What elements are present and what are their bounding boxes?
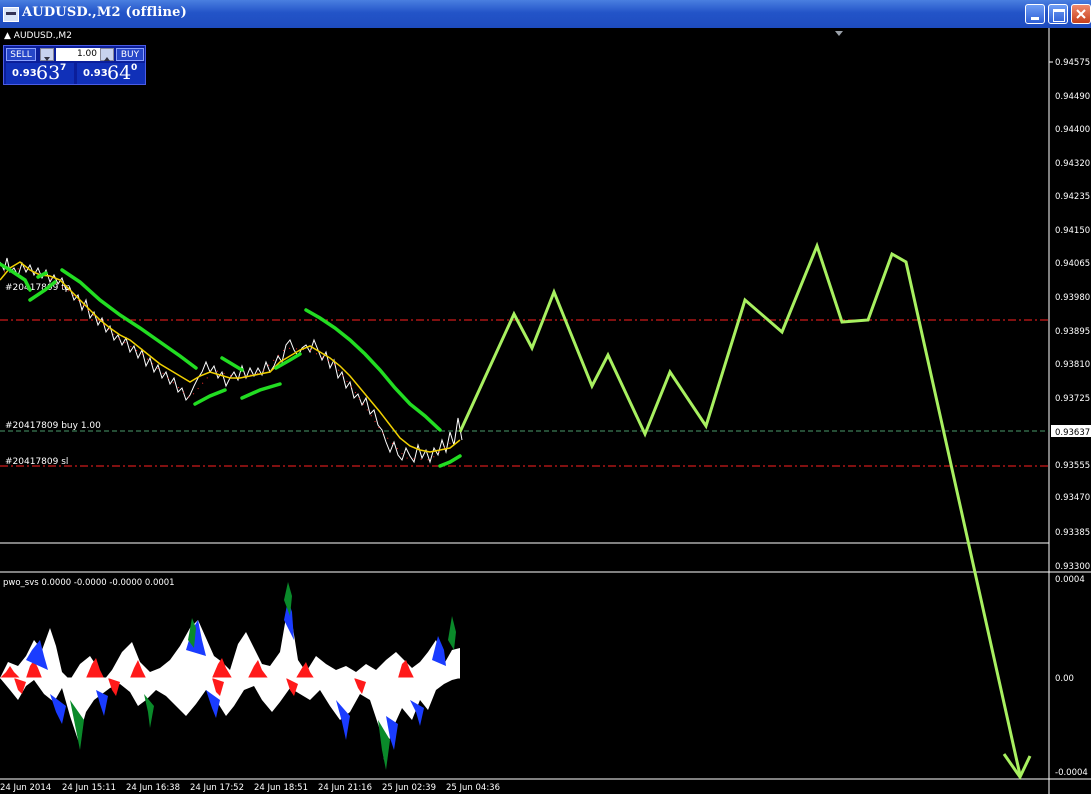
- sell-button[interactable]: SELL: [6, 48, 36, 61]
- time-tick: 25 Jun 02:39: [382, 783, 436, 793]
- chart-window-icon[interactable]: [3, 7, 19, 22]
- sell-price-pips: 63: [36, 62, 61, 84]
- price-tick: 0.94490: [1055, 92, 1090, 102]
- projection-line: [458, 241, 1022, 776]
- symbol-label: ▲ AUDUSD.,M2: [4, 31, 72, 41]
- time-tick: 24 Jun 17:52: [190, 783, 244, 793]
- indicator-tick: -0.0004: [1055, 768, 1088, 778]
- price-tick: 0.93385: [1055, 528, 1090, 538]
- buy-button[interactable]: BUY: [116, 48, 144, 61]
- buy-price-pips: 64: [107, 62, 132, 84]
- price-tick: 0.94575: [1055, 58, 1090, 68]
- buy-price-big: 0.93: [83, 68, 108, 79]
- price-tick: 0.93470: [1055, 493, 1090, 503]
- lot-decrease-button[interactable]: [40, 48, 54, 61]
- price-tick: 0.94235: [1055, 192, 1090, 202]
- indicator-histogram: [0, 582, 460, 770]
- close-button[interactable]: [1071, 4, 1091, 24]
- maximize-button[interactable]: [1048, 4, 1068, 24]
- price-tick: 0.94320: [1055, 159, 1090, 169]
- price-tick: 0.93895: [1055, 327, 1090, 337]
- price-tick: 0.93980: [1055, 293, 1090, 303]
- time-tick: 24 Jun 21:16: [318, 783, 372, 793]
- current-price-label: 0.93637: [1055, 428, 1090, 438]
- title-bar[interactable]: AUDUSD.,M2 (offline): [0, 0, 1091, 28]
- indicator-tick: 0.0004: [1055, 575, 1085, 585]
- price-axis: 0.94575 0.94490 0.94400 0.94320 0.94235 …: [1049, 58, 1090, 572]
- tp-label: #20417809 tp: [5, 283, 71, 293]
- lot-size-input[interactable]: 1.00: [56, 48, 100, 61]
- price-tick: 0.93810: [1055, 360, 1090, 370]
- sell-price-big: 0.93: [12, 68, 37, 79]
- minimize-icon: [1031, 17, 1039, 20]
- indicator-tick: 0.00: [1055, 674, 1074, 684]
- price-tick: 0.93725: [1055, 394, 1090, 404]
- sell-price-sup: 7: [60, 63, 67, 73]
- minimize-button[interactable]: [1025, 4, 1045, 24]
- buy-price[interactable]: 0.93 64 0: [77, 62, 145, 84]
- price-tick: 0.94065: [1055, 259, 1090, 269]
- maximize-icon: [1053, 9, 1065, 22]
- window-title: AUDUSD.,M2 (offline): [22, 5, 188, 20]
- price-tick: 0.93300: [1055, 562, 1090, 572]
- one-click-trading-panel[interactable]: SELL 1.00 BUY 0.93 63 7 0.93 64 0: [3, 45, 146, 85]
- time-tick: 24 Jun 16:38: [126, 783, 180, 793]
- sell-price[interactable]: 0.93 63 7: [6, 62, 74, 84]
- entry-label: #20417809 buy 1.00: [5, 421, 101, 431]
- time-tick: 25 Jun 04:36: [446, 783, 500, 793]
- sl-label: #20417809 sl: [5, 457, 68, 467]
- buy-price-sup: 0: [131, 63, 138, 73]
- time-tick: 24 Jun 18:51: [254, 783, 308, 793]
- time-tick: 24 Jun 2014: [0, 783, 51, 793]
- indicator-label: pwo_svs 0.0000 -0.0000 -0.0000 0.0001: [3, 578, 175, 588]
- price-tick: 0.94400: [1055, 125, 1090, 135]
- time-tick: 24 Jun 15:11: [62, 783, 116, 793]
- price-tick: 0.94150: [1055, 226, 1090, 236]
- collapse-triangle-icon[interactable]: ▲: [4, 31, 11, 41]
- lot-increase-button[interactable]: [100, 48, 114, 61]
- price-tick: 0.93555: [1055, 461, 1090, 471]
- ma-slow-line: [0, 262, 462, 468]
- chart-canvas[interactable]: #20417809 tp #20417809 buy 1.00 #2041780…: [0, 28, 1091, 794]
- close-icon: [1076, 9, 1086, 19]
